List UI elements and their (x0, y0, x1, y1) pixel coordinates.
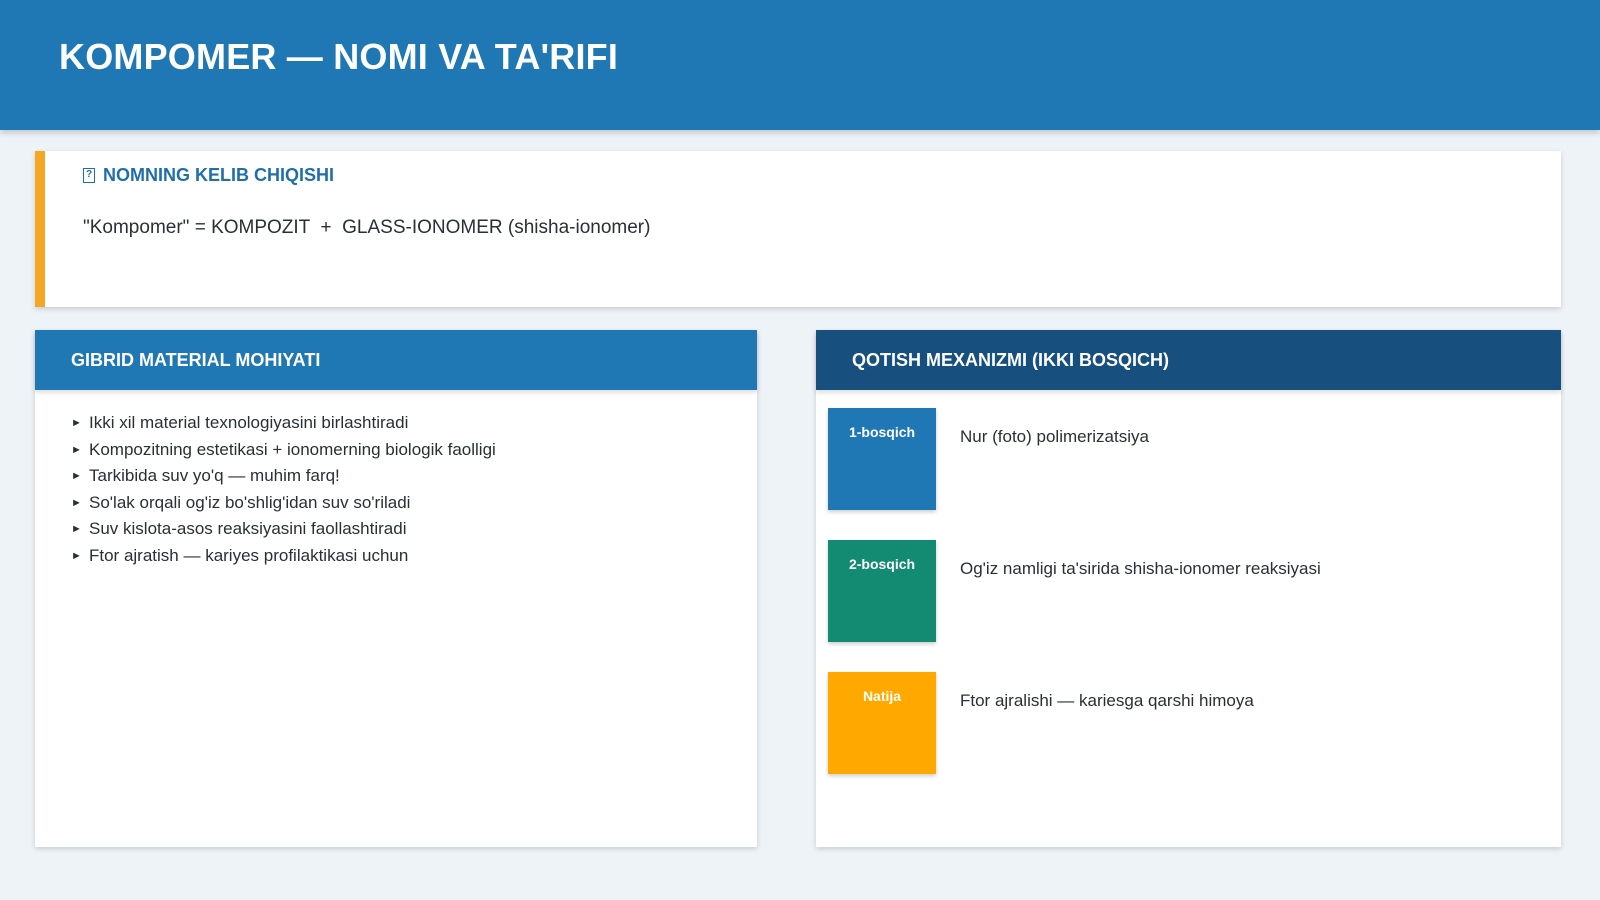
origin-heading-label: NOMNING KELIB CHIQISHI (103, 165, 335, 185)
hybrid-panel-title: GIBRID MATERIAL MOHIYATI (35, 330, 757, 390)
step-2-description: Og'iz namligi ta'sirida shisha-ionomer r… (960, 559, 1321, 578)
list-item: ► Ikki xil material texnologiyasini birla… (71, 410, 757, 437)
triangle-bullet-icon: ► (71, 549, 82, 562)
list-item: ► So'lak orqali og'iz bo'shlig'idan suv s… (71, 490, 757, 517)
list-item: ► Tarkibida suv yo'q — muhim farq! (71, 463, 757, 490)
list-item-text: Tarkibida suv yo'q — muhim farq! (89, 466, 340, 486)
header-bar: KOMPOMER — NOMI VA TA'RIFI (0, 0, 1600, 130)
triangle-bullet-icon: ► (71, 496, 82, 509)
step-1-badge: 1-bosqich (828, 408, 936, 510)
list-item: ► Suv kislota-asos reaksiyasini faollasht… (71, 516, 757, 543)
list-item-text: So'lak orqali og'iz bo'shlig'idan suv so… (89, 492, 411, 512)
list-item-text: Ikki xil material texnologiyasini birlas… (89, 413, 409, 433)
step-1-description: Nur (foto) polimerizatsiya (960, 427, 1149, 446)
list-item: ► Ftor ajratish — kariyes profilaktikasi … (71, 543, 757, 570)
result-badge: Natija (828, 672, 936, 774)
list-item-text: Suv kislota-asos reaksiyasini faollashti… (89, 519, 407, 539)
hardening-mechanism-panel: QOTISH MEXANIZMI (IKKI BOSQICH) 1-bosqic… (816, 330, 1561, 847)
origin-heading: ? NOMNING KELIB CHIQISHI (83, 165, 334, 186)
triangle-bullet-icon: ► (71, 417, 82, 430)
result-description: Ftor ajralishi — kariesga qarshi himoya (960, 691, 1254, 710)
step-2-badge: 2-bosqich (828, 540, 936, 642)
page-title: KOMPOMER — NOMI VA TA'RIFI (59, 36, 619, 77)
origin-formula: "Kompomer" = KOMPOZIT + GLASS-IONOMER (s… (83, 217, 651, 238)
triangle-bullet-icon: ► (71, 523, 82, 536)
list-item-text: Ftor ajratish — kariyes profilaktikasi u… (89, 545, 409, 565)
origin-card: ? NOMNING KELIB CHIQISHI "Kompomer" = KO… (35, 151, 1561, 307)
hybrid-bullet-list: ► Ikki xil material texnologiyasini birla… (35, 390, 757, 569)
mechanism-panel-title: QOTISH MEXANIZMI (IKKI BOSQICH) (816, 330, 1561, 390)
hybrid-material-panel: GIBRID MATERIAL MOHIYATI ► Ikki xil mater… (35, 330, 757, 847)
triangle-bullet-icon: ► (71, 443, 82, 456)
list-item-text: Kompozitning estetikasi + ionomerning bi… (89, 439, 496, 459)
list-item: ► Kompozitning estetikasi + ionomerning b… (71, 437, 757, 464)
triangle-bullet-icon: ► (71, 470, 82, 483)
bookmark-icon: ? (83, 168, 95, 183)
